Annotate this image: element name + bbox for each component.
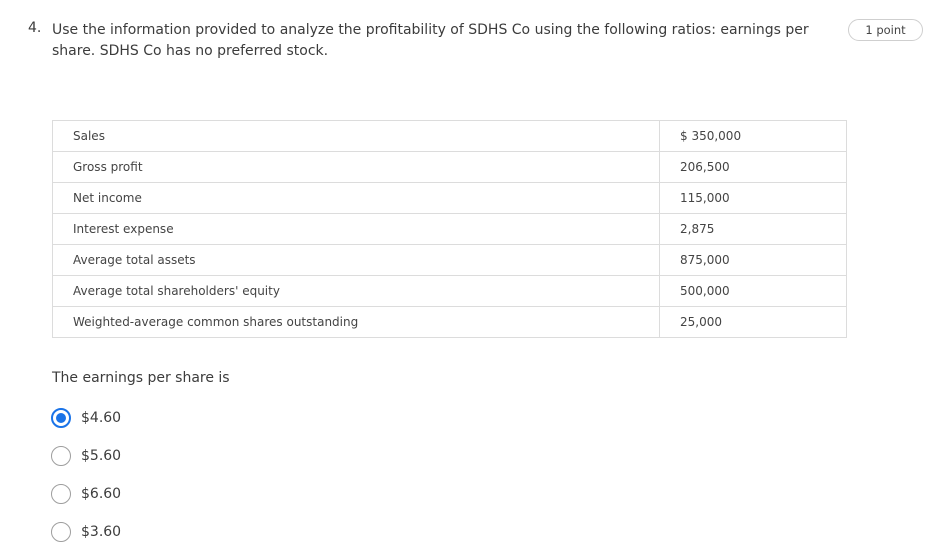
question-number: 4. (28, 20, 42, 36)
answer-prompt: The earnings per share is (52, 370, 230, 386)
row-value: 875,000 (659, 244, 847, 276)
table-row: Net income 115,000 (52, 182, 847, 214)
row-value: 206,500 (659, 151, 847, 183)
row-label: Gross profit (52, 151, 660, 183)
table-row: Average total shareholders' equity 500,0… (52, 275, 847, 307)
table-row: Interest expense 2,875 (52, 213, 847, 245)
answer-option[interactable]: $6.60 (51, 484, 121, 504)
points-badge: 1 point (848, 19, 923, 41)
answer-option[interactable]: $4.60 (51, 408, 121, 428)
row-label: Interest expense (52, 213, 660, 245)
row-label: Average total shareholders' equity (52, 275, 660, 307)
row-label: Weighted-average common shares outstandi… (52, 306, 660, 338)
answer-option[interactable]: $3.60 (51, 522, 121, 542)
table-row: Sales $ 350,000 (52, 120, 847, 152)
option-label: $5.60 (81, 448, 122, 464)
radio-button[interactable] (51, 522, 71, 542)
option-label: $4.60 (81, 410, 122, 426)
row-value: $ 350,000 (659, 120, 847, 152)
row-label: Net income (52, 182, 660, 214)
table-row: Weighted-average common shares outstandi… (52, 306, 847, 338)
question-text: Use the information provided to analyze … (52, 22, 809, 59)
row-label: Average total assets (52, 244, 660, 276)
row-value: 2,875 (659, 213, 847, 245)
radio-button[interactable] (51, 446, 71, 466)
answer-option[interactable]: $5.60 (51, 446, 121, 466)
row-value: 25,000 (659, 306, 847, 338)
table-row: Gross profit 206,500 (52, 151, 847, 183)
option-label: $3.60 (81, 524, 122, 540)
option-label: $6.60 (81, 486, 122, 502)
row-label: Sales (52, 120, 660, 152)
financial-data-table: Sales $ 350,000 Gross profit 206,500 Net… (52, 120, 847, 338)
table-row: Average total assets 875,000 (52, 244, 847, 276)
row-value: 500,000 (659, 275, 847, 307)
radio-button[interactable] (51, 408, 71, 428)
row-value: 115,000 (659, 182, 847, 214)
radio-button[interactable] (51, 484, 71, 504)
